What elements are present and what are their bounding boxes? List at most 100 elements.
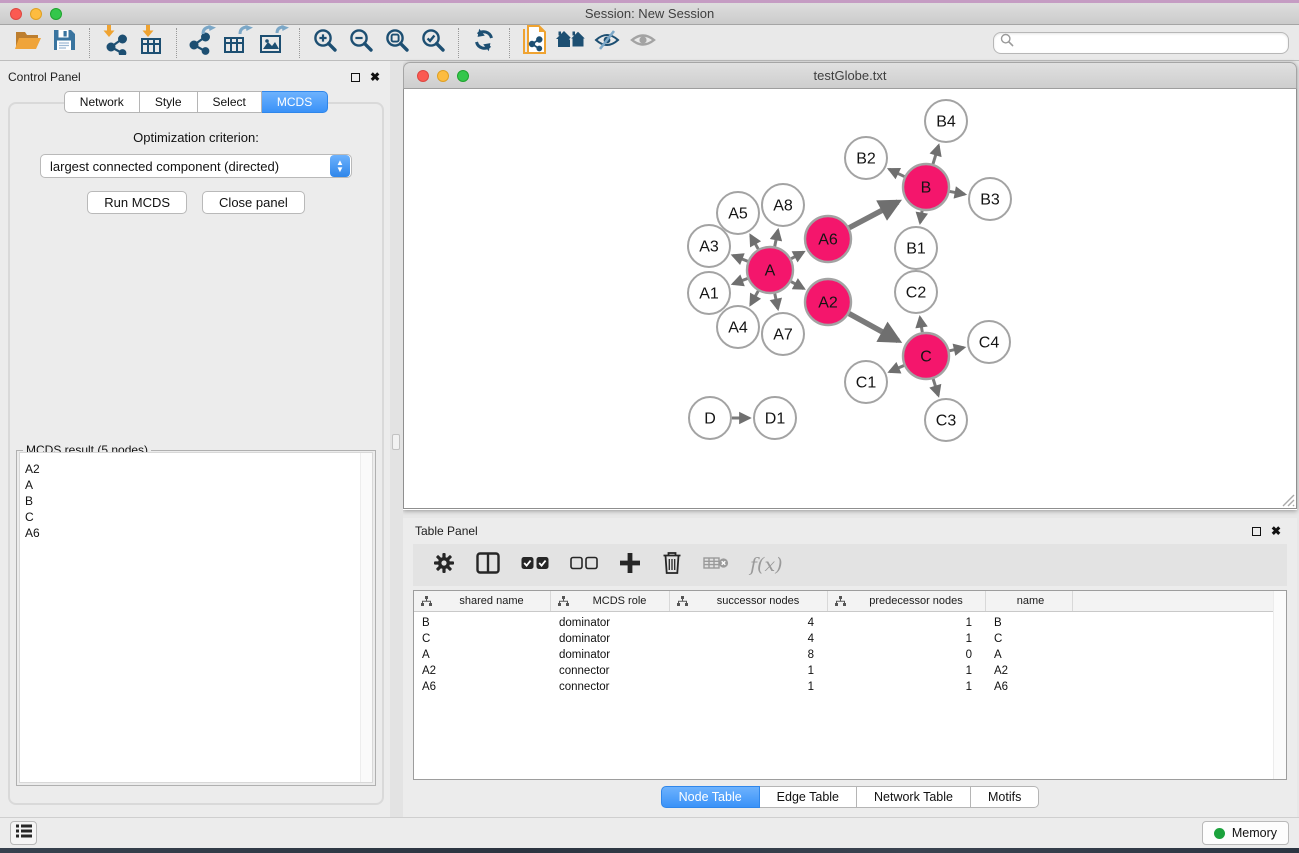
table-cell: 4	[670, 633, 828, 645]
network-canvas-svg[interactable]: B4B2BB3A5A8A6B1A3AC2A1A2A4A7C4CC1C3DD1	[404, 89, 1296, 509]
hierarchy-icon	[558, 596, 569, 607]
deselect-all-button[interactable]	[570, 550, 598, 580]
float-panel-icon[interactable]	[351, 73, 360, 82]
graph-edge-A-A6[interactable]	[791, 252, 803, 259]
tab-network-table[interactable]: Network Table	[857, 786, 971, 808]
memory-button[interactable]: Memory	[1202, 821, 1289, 845]
column-header-predecessor-nodes[interactable]: predecessor nodes	[828, 591, 986, 611]
create-column-button[interactable]	[619, 550, 641, 580]
open-folder-icon	[14, 28, 42, 57]
tab-node-table[interactable]: Node Table	[661, 786, 760, 808]
export-table-button[interactable]	[220, 27, 256, 59]
tab-network[interactable]: Network	[64, 91, 140, 113]
graph-edge-A-A3[interactable]	[733, 255, 748, 261]
tab-select[interactable]: Select	[198, 91, 262, 113]
table-scrollbar[interactable]	[1273, 591, 1286, 779]
graph-node-label: B2	[856, 151, 876, 168]
show-columns-button[interactable]	[476, 550, 500, 580]
network-from-file-button[interactable]	[517, 27, 553, 59]
graph-node-label: A5	[728, 206, 748, 223]
graph-edge-B-B3[interactable]	[950, 191, 965, 194]
table-row[interactable]: A6connector11A6	[414, 679, 1286, 695]
column-header-shared-name[interactable]: shared name	[414, 591, 551, 611]
mcds-result-item[interactable]: C	[25, 509, 372, 525]
mcds-result-item[interactable]: A2	[25, 461, 372, 477]
column-header-successor-nodes[interactable]: successor nodes	[670, 591, 828, 611]
graph-edge-C-C1[interactable]	[890, 366, 904, 372]
hide-selected-button[interactable]	[589, 27, 625, 59]
table-row[interactable]: Bdominator41B	[414, 615, 1286, 631]
network-window-titlebar[interactable]: testGlobe.txt	[403, 62, 1297, 89]
graph-edge-A2-C[interactable]	[849, 314, 898, 341]
graph-edge-A-A5[interactable]	[751, 235, 759, 249]
select-all-button[interactable]	[521, 550, 549, 580]
graph-edge-C-C3[interactable]	[933, 379, 938, 395]
table-row[interactable]: A2connector11A2	[414, 663, 1286, 679]
network-canvas[interactable]: B4B2BB3A5A8A6B1A3AC2A1A2A4A7C4CC1C3DD1	[403, 89, 1297, 509]
close-table-panel-icon[interactable]: ✖	[1271, 526, 1281, 536]
optimization-criterion-select[interactable]: largest connected component (directed) ▲…	[40, 154, 352, 178]
table-row[interactable]: Cdominator41C	[414, 631, 1286, 647]
table-cell: 1	[828, 633, 986, 645]
control-panel-title: Control Panel	[8, 70, 81, 84]
save-session-button[interactable]	[46, 27, 82, 59]
graph-edge-A-A2[interactable]	[791, 282, 804, 289]
tab-edge-table[interactable]: Edge Table	[760, 786, 857, 808]
delete-column-button[interactable]	[662, 550, 682, 580]
main-titlebar[interactable]: Session: New Session	[0, 3, 1299, 25]
graph-edge-A-A7[interactable]	[775, 294, 778, 309]
graph-edge-A-A4[interactable]	[751, 291, 759, 305]
zoom-selected-icon	[420, 27, 446, 58]
mcds-result-item[interactable]: B	[25, 493, 372, 509]
toolbar-divider	[89, 28, 90, 58]
table-cell: 1	[828, 617, 986, 629]
task-history-button[interactable]	[10, 821, 37, 845]
graph-edge-A6-B[interactable]	[849, 202, 898, 228]
result-list-scrollbar[interactable]	[360, 453, 372, 782]
zoom-selected-button[interactable]	[415, 27, 451, 59]
mcds-result-list[interactable]: A2ABCA6	[19, 452, 373, 783]
mcds-result-item[interactable]: A6	[25, 525, 372, 541]
graph-edge-B-B4[interactable]	[933, 146, 939, 164]
refresh-button[interactable]	[466, 27, 502, 59]
graph-node-label: A4	[728, 320, 748, 337]
mcds-result-item[interactable]: A	[25, 477, 372, 493]
graph-edge-A-A8[interactable]	[775, 230, 778, 246]
panel-splitter[interactable]	[390, 61, 403, 817]
resize-grip-icon[interactable]	[1279, 491, 1295, 507]
graph-edge-C-C2[interactable]	[920, 317, 922, 332]
column-header-name[interactable]: name	[986, 591, 1073, 611]
hierarchy-icon	[421, 596, 432, 607]
tab-style[interactable]: Style	[140, 91, 198, 113]
show-all-button[interactable]	[625, 27, 661, 59]
float-table-panel-icon[interactable]	[1252, 527, 1261, 536]
graph-edge-C-C4[interactable]	[949, 348, 963, 351]
import-network-button[interactable]	[97, 27, 133, 59]
open-session-button[interactable]	[10, 27, 46, 59]
graph-node-label: C1	[856, 375, 877, 392]
graph-edge-B-B1[interactable]	[920, 211, 922, 223]
export-image-button[interactable]	[256, 27, 292, 59]
graph-edge-A-A1[interactable]	[733, 278, 747, 283]
import-table-icon	[138, 25, 164, 60]
global-search-input[interactable]	[1018, 36, 1282, 50]
table-settings-button[interactable]	[433, 550, 455, 580]
zoom-in-button[interactable]	[307, 27, 343, 59]
fx-icon: f(x)	[750, 554, 783, 576]
export-network-button[interactable]	[184, 27, 220, 59]
zoom-fit-button[interactable]	[379, 27, 415, 59]
zoom-out-button[interactable]	[343, 27, 379, 59]
tab-motifs[interactable]: Motifs	[971, 786, 1039, 808]
close-panel-button[interactable]: Close panel	[202, 191, 305, 214]
splitter-handle[interactable]	[392, 434, 400, 450]
column-header-MCDS-role[interactable]: MCDS role	[551, 591, 670, 611]
graph-edge-B-B2[interactable]	[889, 169, 904, 176]
close-panel-icon[interactable]: ✖	[370, 72, 380, 82]
run-mcds-button[interactable]: Run MCDS	[87, 191, 187, 214]
home-button[interactable]	[553, 27, 589, 59]
table-panel-tabs: Node TableEdge TableNetwork TableMotifs	[413, 780, 1287, 814]
table-row[interactable]: Adominator80A	[414, 647, 1286, 663]
table-toolbar: f(x)	[413, 544, 1287, 586]
tab-mcds[interactable]: MCDS	[262, 91, 328, 113]
import-table-button[interactable]	[133, 27, 169, 59]
